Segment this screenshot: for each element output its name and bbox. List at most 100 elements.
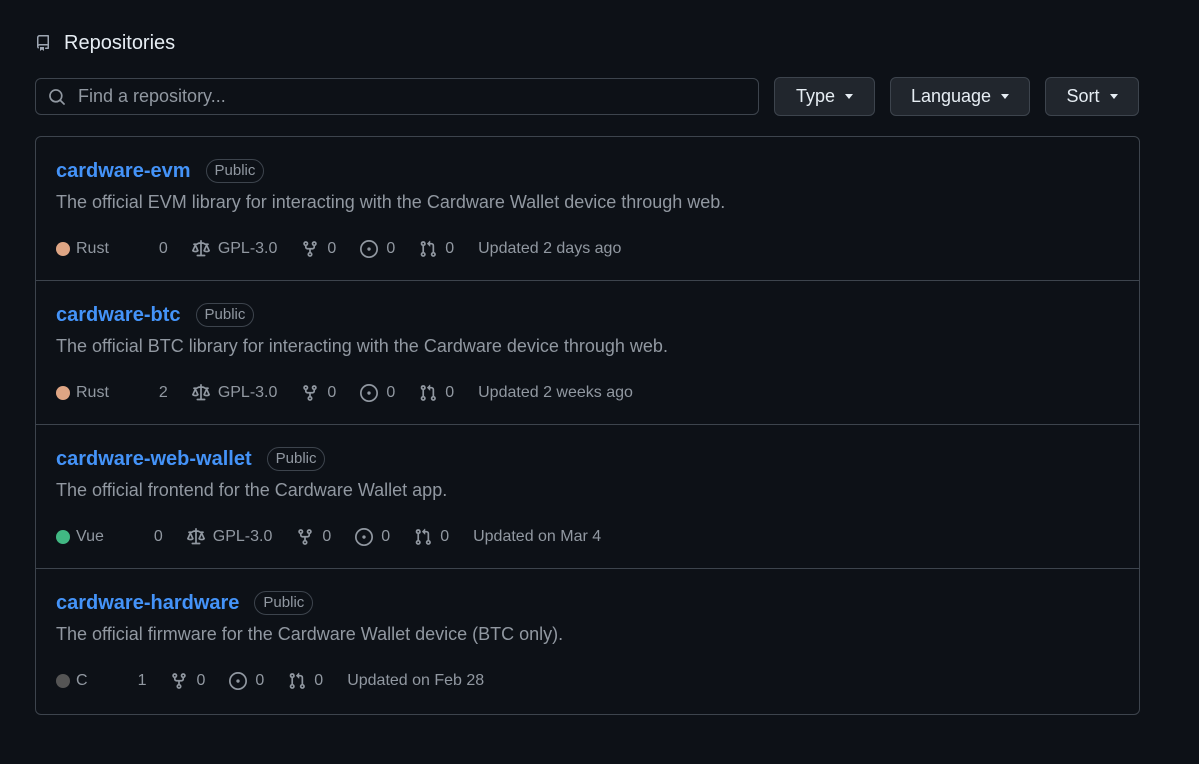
repo-meta: Rust 2 GPL-3.0 0 0 0 Updated 2 weeks ago <box>56 384 657 402</box>
updated-timestamp: Updated 2 days ago <box>478 240 622 257</box>
stars-link[interactable]: 0 <box>133 240 168 258</box>
updated-timestamp: Updated on Feb 28 <box>347 672 485 689</box>
repo-title-row: cardware-hardware Public <box>56 591 314 615</box>
forks-count: 0 <box>327 384 337 401</box>
license-label: GPL-3.0 <box>217 384 278 401</box>
stars-count: 0 <box>153 528 163 545</box>
updated-timestamp: Updated on Mar 4 <box>473 528 602 545</box>
repo-title-row: cardware-evm Public <box>56 159 265 183</box>
visibility-badge: Public <box>254 591 314 615</box>
forks-link[interactable]: 0 <box>301 384 336 402</box>
stars-count: 2 <box>158 384 168 401</box>
forks-count: 0 <box>196 672 206 689</box>
law-icon <box>191 384 210 402</box>
type-filter-button[interactable]: Type <box>774 77 875 116</box>
repo-language: C <box>56 672 88 690</box>
sort-label: Sort <box>1066 86 1100 106</box>
search-box[interactable] <box>35 78 759 115</box>
repository-item: cardware-btc Public The official BTC libra… <box>36 281 1139 425</box>
fork-icon <box>301 240 319 258</box>
stars-count: 0 <box>158 240 168 257</box>
language-color-dot <box>56 530 70 544</box>
stars-link[interactable]: 1 <box>112 672 147 690</box>
repo-description: The official firmware for the Cardware W… <box>56 624 564 644</box>
license-label: GPL-3.0 <box>212 528 273 545</box>
forks-link[interactable]: 0 <box>301 240 336 258</box>
pulls-count: 0 <box>314 672 324 689</box>
activity-sparkline <box>927 157 1117 193</box>
issues-count: 0 <box>255 672 265 689</box>
stars-link[interactable]: 0 <box>128 528 163 546</box>
forks-count: 0 <box>322 528 332 545</box>
issue-icon <box>229 672 248 690</box>
issue-icon <box>360 384 379 402</box>
repo-name-link[interactable]: cardware-btc <box>56 304 181 327</box>
repo-description: The official frontend for the Cardware W… <box>56 480 448 500</box>
issues-link[interactable]: 0 <box>360 384 395 402</box>
pull-request-icon <box>419 240 437 258</box>
repo-language: Rust <box>56 384 109 402</box>
star-icon <box>133 384 151 402</box>
repo-license: GPL-3.0 <box>191 384 278 402</box>
pull-request-icon <box>288 672 306 690</box>
stars-link[interactable]: 2 <box>133 384 168 402</box>
pulls-link[interactable]: 0 <box>419 240 454 258</box>
fork-icon <box>296 528 314 546</box>
repo-license: GPL-3.0 <box>191 240 277 258</box>
pulls-count: 0 <box>445 384 455 401</box>
caret-down-icon <box>1109 94 1118 99</box>
language-filter-button[interactable]: Language <box>890 77 1030 116</box>
repo-title-row: cardware-web-wallet Public <box>56 447 326 471</box>
pull-request-icon <box>419 384 437 402</box>
repo-name-link[interactable]: cardware-hardware <box>56 592 239 615</box>
fork-icon <box>301 384 319 402</box>
issue-icon <box>355 528 374 546</box>
updated-timestamp: Updated 2 weeks ago <box>478 384 633 401</box>
issues-count: 0 <box>386 384 396 401</box>
search-input[interactable] <box>76 85 758 108</box>
type-filter-label: Type <box>795 86 836 106</box>
star-icon <box>133 240 151 258</box>
fork-icon <box>170 672 188 690</box>
issues-link[interactable]: 0 <box>229 672 264 690</box>
pulls-link[interactable]: 0 <box>288 672 323 690</box>
star-icon <box>128 528 146 546</box>
visibility-badge: Public <box>195 303 255 327</box>
language-filter-label: Language <box>910 86 992 106</box>
repository-item: cardware-evm Public The official EVM libra… <box>36 137 1139 281</box>
activity-sparkline <box>927 445 1117 481</box>
forks-link[interactable]: 0 <box>170 672 205 690</box>
law-icon <box>191 240 210 258</box>
repo-name-link[interactable]: cardware-evm <box>56 160 191 183</box>
pulls-link[interactable]: 0 <box>419 384 454 402</box>
caret-down-icon <box>845 94 854 99</box>
forks-count: 0 <box>327 240 337 257</box>
visibility-badge: Public <box>266 447 326 471</box>
repo-language: Rust <box>56 240 109 258</box>
pulls-link[interactable]: 0 <box>414 528 449 546</box>
repo-name-link[interactable]: cardware-web-wallet <box>56 448 252 471</box>
sort-button[interactable]: Sort <box>1045 77 1139 116</box>
activity-sparkline <box>927 589 1117 625</box>
repo-description: The official EVM library for interacting… <box>56 192 726 212</box>
pulls-count: 0 <box>440 528 450 545</box>
search-icon <box>48 88 66 106</box>
law-icon <box>186 528 205 546</box>
forks-link[interactable]: 0 <box>296 528 331 546</box>
language-label: Rust <box>76 384 109 401</box>
repository-item: cardware-hardware Public The official firm… <box>36 569 1139 714</box>
issues-link[interactable]: 0 <box>355 528 390 546</box>
issues-link[interactable]: 0 <box>360 240 395 258</box>
repo-title-row: cardware-btc Public <box>56 303 255 327</box>
language-label: Rust <box>76 240 109 257</box>
repositories-panel: Repositories Type Language Sort cardware… <box>35 28 1140 715</box>
language-color-dot <box>56 242 70 256</box>
repo-description: The official BTC library for interacting… <box>56 336 668 356</box>
repo-meta: Vue 0 GPL-3.0 0 0 0 Updated on Mar 4 <box>56 528 625 546</box>
repo-meta: Rust 0 GPL-3.0 0 0 0 Updated 2 days ago <box>56 240 645 258</box>
repository-list: cardware-evm Public The official EVM libra… <box>35 136 1140 715</box>
repository-item: cardware-web-wallet Public The official fr… <box>36 425 1139 569</box>
star-icon <box>112 672 130 690</box>
issues-count: 0 <box>386 240 396 257</box>
pulls-count: 0 <box>445 240 455 257</box>
